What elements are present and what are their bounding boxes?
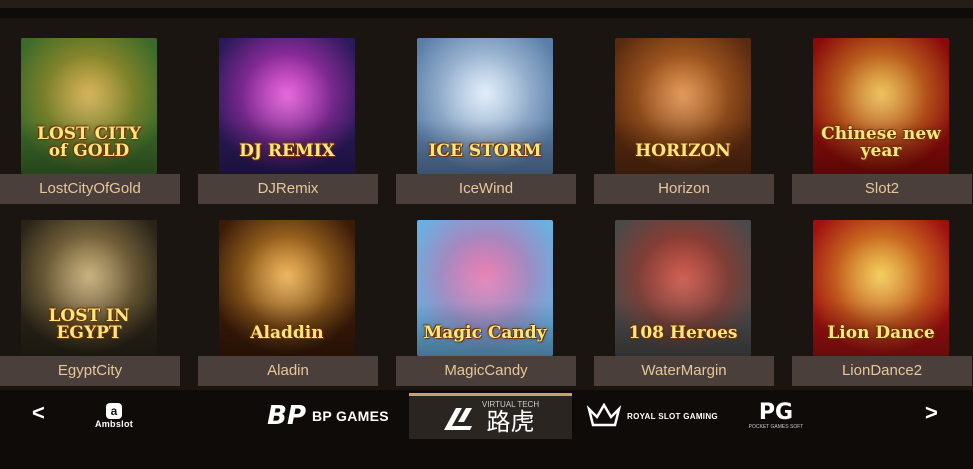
provider-virtualtech[interactable]: VIRTUAL TECH 路虎 [409,393,572,439]
game-thumbnail[interactable]: Aladdin [219,220,355,356]
game-card[interactable]: 108 Heroes WaterMargin [594,220,774,390]
game-label[interactable]: Slot2 [792,174,972,204]
royal-crown-icon [587,403,622,427]
game-card[interactable]: Aladdin Aladin [198,220,378,390]
ambslot-logo-icon: a [106,403,122,419]
game-label[interactable]: LostCityOfGold [0,174,180,204]
vt-logo-icon [443,407,472,430]
provider-ambslot-label: Ambslot [94,419,134,429]
game-art-title: Chinese new year [821,124,941,161]
game-art-title: ICE STORM [428,141,542,161]
game-label[interactable]: MagicCandy [396,356,576,386]
game-label[interactable]: WaterMargin [594,356,774,386]
game-thumbnail[interactable]: Chinese new year [813,38,949,174]
game-label[interactable]: IceWind [396,174,576,204]
game-art-title: LOST CITY of GOLD [37,124,141,161]
provider-royalslot-label: ROYAL SLOT GAMING [627,411,718,421]
game-thumbnail[interactable]: LOST CITY of GOLD [21,38,157,174]
game-label[interactable]: LionDance2 [792,356,972,386]
provider-vt-label: 路虎 [486,408,535,436]
game-art-title: Magic Candy [423,323,547,343]
game-thumbnail[interactable]: 108 Heroes [615,220,751,356]
game-art-title: LOST IN EGYPT [48,306,130,343]
game-card[interactable]: DJ REMIX DJRemix [198,38,378,208]
game-thumbnail[interactable]: ICE STORM [417,38,553,174]
prev-arrow-button[interactable]: < [32,400,45,426]
game-card[interactable]: Chinese new year Slot2 [792,38,972,208]
provider-pg-sub: POCKET GAMES SOFT [748,424,804,430]
game-art-title: 108 Heroes [628,323,738,343]
game-art-title: Lion Dance [827,323,935,343]
game-card[interactable]: LOST CITY of GOLD LostCityOfGold [0,38,180,208]
game-thumbnail[interactable]: LOST IN EGYPT [21,220,157,356]
game-art-title: HORIZON [635,141,731,161]
provider-pg[interactable]: PG POCKET GAMES SOFT [748,393,804,439]
game-art-title: DJ REMIX [239,141,335,161]
provider-royalslot[interactable]: ROYAL SLOT GAMING [585,393,720,439]
game-card[interactable]: Lion Dance LionDance2 [792,220,972,390]
provider-bpgames[interactable]: BP BP GAMES [258,393,398,439]
pg-logo-icon: PG [758,400,794,425]
game-card[interactable]: LOST IN EGYPT EgyptCity [0,220,180,390]
next-arrow-button[interactable]: > [925,400,938,426]
game-card[interactable]: Magic Candy MagicCandy [396,220,576,390]
bp-logo-icon: BP [267,401,307,431]
game-thumbnail[interactable]: Magic Candy [417,220,553,356]
provider-bpgames-label: BP GAMES [312,408,389,424]
game-card[interactable]: HORIZON Horizon [594,38,774,208]
game-label[interactable]: EgyptCity [0,356,180,386]
game-card[interactable]: ICE STORM IceWind [396,38,576,208]
game-thumbnail[interactable]: Lion Dance [813,220,949,356]
provider-ambslot[interactable]: a Ambslot [88,393,140,439]
top-bar [0,0,973,8]
game-thumbnail[interactable]: DJ REMIX [219,38,355,174]
game-art-title: Aladdin [250,323,324,343]
game-label[interactable]: Aladin [198,356,378,386]
game-thumbnail[interactable]: HORIZON [615,38,751,174]
game-label[interactable]: Horizon [594,174,774,204]
game-label[interactable]: DJRemix [198,174,378,204]
